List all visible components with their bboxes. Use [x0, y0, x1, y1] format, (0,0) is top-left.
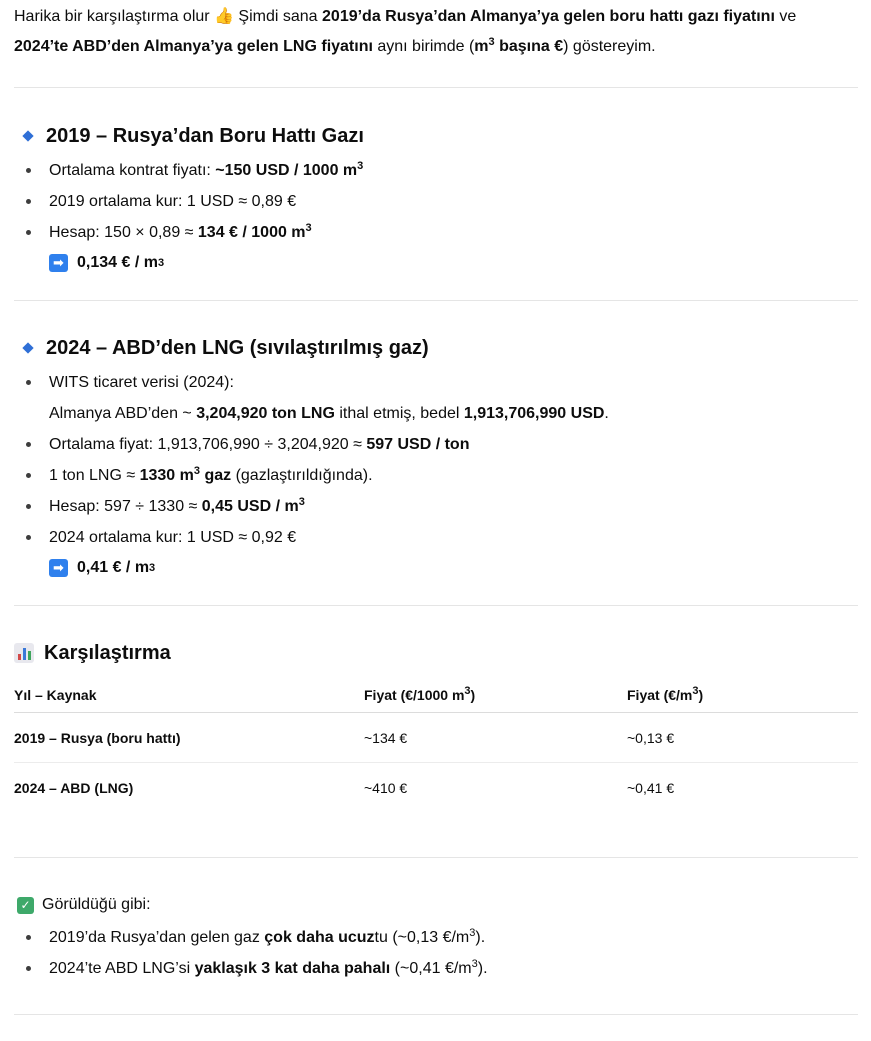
header-text: Fiyat (€/m: [627, 687, 693, 703]
item-text: Ortalama kontrat fiyatı:: [49, 162, 216, 179]
item-bold: çok daha ucuz: [264, 929, 375, 946]
right-arrow-icon: ➡: [49, 254, 68, 272]
bullet-list: Ortalama kontrat fiyatı: ~150 USD / 1000…: [14, 155, 858, 248]
section-title: 2019 – Rusya’dan Boru Hattı Gazı: [46, 125, 364, 147]
section-heading: 2019 – Rusya’dan Boru Hattı Gazı: [14, 123, 858, 149]
check-icon: ✓: [17, 896, 34, 914]
item-bold: 0,45 USD / m: [201, 498, 299, 515]
intro-text: Harika bir karşılaştırma olur: [14, 8, 215, 25]
item-bold: yaklaşık 3 kat daha pahalı: [194, 960, 391, 977]
bullet-list: WITS ticaret verisi (2024): Almanya ABD’…: [14, 367, 858, 553]
item-text: (gazlaştırıldığında).: [231, 467, 373, 484]
item-text: .: [604, 405, 609, 422]
list-item: Ortalama kontrat fiyatı: ~150 USD / 1000…: [14, 155, 858, 186]
item-text: Almanya ABD’den ~: [49, 405, 197, 422]
list-item: 2024’te ABD LNG’si yaklaşık 3 kat daha p…: [14, 953, 858, 984]
intro-bold: m3 başına €: [474, 37, 564, 56]
table-row: 2024 – ABD (LNG) ~410 € ~0,41 €: [14, 763, 858, 813]
superscript: 3: [357, 160, 364, 172]
item-text: tu (~0,13 €/m: [374, 929, 470, 946]
item-text: 1 ton LNG ≈: [49, 467, 140, 484]
list-item-continuation: Almanya ABD’den ~ 3,204,920 ton LNG itha…: [14, 398, 858, 429]
list-item: 2019 ortalama kur: 1 USD ≈ 0,89 €: [14, 186, 858, 217]
intro-bold: 2019’da Rusya’dan Almanya’ya gelen boru …: [322, 8, 775, 25]
section-title: 2024 – ABD’den LNG (sıvılaştırılmış gaz): [46, 337, 429, 359]
list-item: 1 ton LNG ≈ 1330 m3 gaz (gazlaştırıldığı…: [14, 460, 858, 491]
bar-chart-icon: [14, 643, 34, 663]
item-text: Hesap: 150 × 0,89 ≈: [49, 224, 198, 241]
item-text: 2019 ortalama kur: 1 USD ≈ 0,89 €: [49, 193, 297, 210]
item-text: Ortalama fiyat: 1,913,706,990 ÷ 3,204,92…: [49, 436, 367, 453]
item-text: 2024 ortalama kur: 1 USD ≈ 0,92 €: [49, 529, 297, 546]
intro-text: ) göstereyim.: [563, 38, 656, 55]
column-header: Fiyat (€/m3): [627, 678, 858, 713]
item-bold: 597 USD / ton: [366, 436, 470, 453]
item-text: ithal etmiş, bedel: [334, 405, 464, 422]
result-value: 0,41 € / m: [77, 559, 150, 576]
intro-text: Şimdi sana: [233, 8, 323, 25]
item-bold: 1330 m: [139, 467, 194, 484]
superscript: 3: [305, 222, 312, 234]
item-text: 2024’te ABD LNG’si: [49, 960, 195, 977]
intro-unit: m: [474, 38, 489, 55]
result-line: ➡ 0,134 € / m3: [14, 248, 858, 278]
item-bold: 134 € / 1000 m: [197, 224, 306, 241]
header-text: ): [698, 687, 704, 703]
result-value: 0,134 € / m: [77, 254, 158, 271]
item-bold: ~150 USD / 1000 m: [215, 162, 358, 179]
table-row: 2019 – Rusya (boru hattı) ~134 € ~0,13 €: [14, 712, 858, 763]
table-header-row: Yıl – Kaynak Fiyat (€/1000 m3) Fiyat (€/…: [14, 678, 858, 713]
item-text: (~0,41 €/m: [390, 960, 472, 977]
divider: [14, 300, 858, 301]
table-cell: ~134 €: [364, 712, 627, 763]
section-heading: 2024 – ABD’den LNG (sıvılaştırılmış gaz): [14, 335, 858, 361]
right-arrow-icon: ➡: [49, 559, 68, 577]
divider: [14, 605, 858, 606]
bullet-list: 2019’da Rusya’dan gelen gaz çok daha ucu…: [14, 922, 858, 984]
item-text: 2019’da Rusya’dan gelen gaz: [49, 929, 265, 946]
intro-paragraph: Harika bir karşılaştırma olur 👍 Şimdi sa…: [14, 2, 858, 62]
chat-response: Harika bir karşılaştırma olur 👍 Şimdi sa…: [14, 0, 858, 1015]
intro-text: aynı birimde (: [372, 38, 475, 55]
header-text: ): [470, 687, 476, 703]
item-text: Hesap: 597 ÷ 1330 ≈: [49, 498, 202, 515]
list-item: Hesap: 597 ÷ 1330 ≈ 0,45 USD / m3: [14, 491, 858, 522]
conclusion-text: Görüldüğü gibi:: [42, 896, 151, 913]
intro-unit: başına €: [494, 38, 564, 55]
column-header: Fiyat (€/1000 m3): [364, 678, 627, 713]
item-text: ).: [475, 929, 486, 946]
conclusion-heading: ✓ Görüldüğü gibi:: [14, 892, 858, 918]
item-text: WITS ticaret verisi (2024):: [49, 374, 234, 391]
header-text: Fiyat (€/1000 m: [364, 687, 465, 703]
comparison-table: Yıl – Kaynak Fiyat (€/1000 m3) Fiyat (€/…: [14, 678, 858, 812]
item-bold: 3,204,920 ton LNG: [196, 405, 335, 422]
divider: [14, 857, 858, 858]
column-header: Yıl – Kaynak: [14, 678, 364, 713]
superscript: 3: [298, 496, 305, 508]
diamond-icon: [22, 342, 34, 354]
table-cell: 2019 – Rusya (boru hattı): [14, 712, 364, 763]
list-item: Ortalama fiyat: 1,913,706,990 ÷ 3,204,92…: [14, 429, 858, 460]
item-bold: 1,913,706,990 USD: [463, 405, 605, 422]
list-item: 2019’da Rusya’dan gelen gaz çok daha ucu…: [14, 922, 858, 953]
diamond-icon: [22, 130, 34, 142]
list-item: Hesap: 150 × 0,89 ≈ 134 € / 1000 m3: [14, 217, 858, 248]
intro-bold: 2024’te ABD’den Almanya’ya gelen LNG fiy…: [14, 38, 373, 55]
table-cell: ~410 €: [364, 779, 408, 796]
table-cell: ~0,41 €: [627, 779, 675, 796]
intro-text: ve: [774, 8, 797, 25]
divider: [14, 87, 858, 88]
list-item: 2024 ortalama kur: 1 USD ≈ 0,92 €: [14, 522, 858, 553]
table-cell: 2024 – ABD (LNG): [14, 779, 134, 796]
list-item: WITS ticaret verisi (2024):: [14, 367, 858, 398]
thumbs-up-icon: 👍: [214, 8, 234, 25]
section-title: Karşılaştırma: [44, 642, 171, 664]
table-cell: ~0,13 €: [627, 712, 858, 763]
result-line: ➡ 0,41 € / m3: [14, 553, 858, 583]
item-text: ).: [477, 960, 488, 977]
item-bold: gaz: [200, 467, 232, 484]
section-heading: Karşılaştırma: [14, 640, 858, 666]
divider: [14, 1014, 858, 1015]
